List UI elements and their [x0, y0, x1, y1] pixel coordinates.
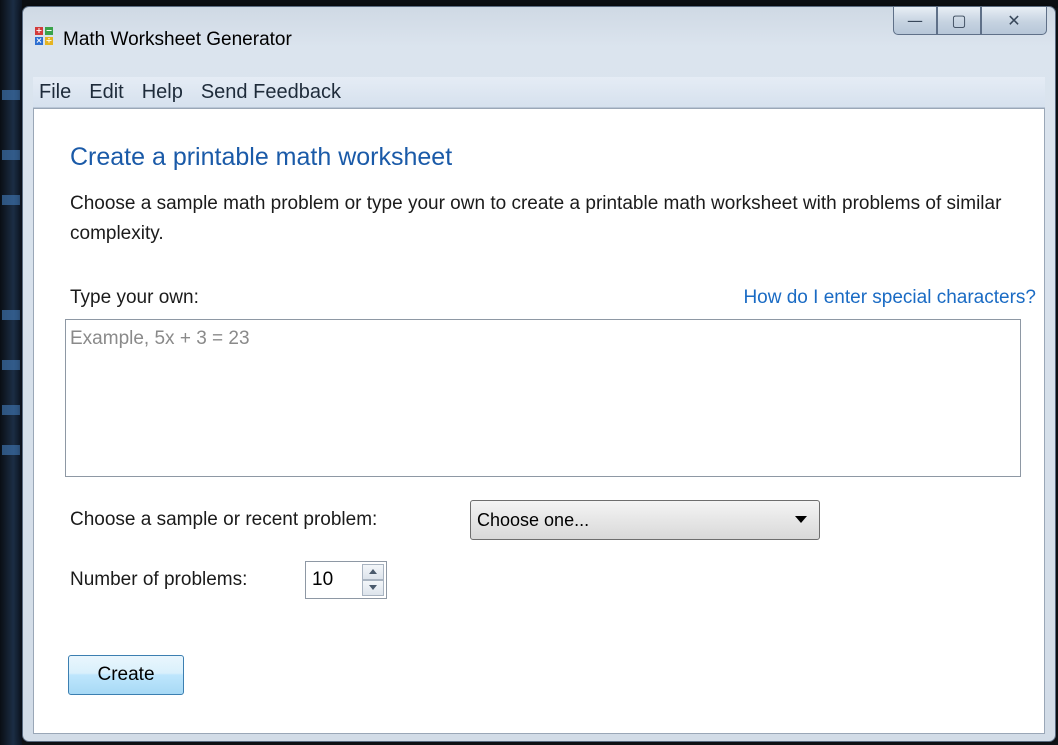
problem-count-stepper[interactable]: 10 — [305, 561, 387, 599]
menu-help[interactable]: Help — [136, 81, 195, 104]
sample-problem-selected: Choose one... — [477, 509, 590, 530]
chevron-down-icon — [795, 516, 807, 523]
desktop-background — [0, 0, 22, 745]
window-title: Math Worksheet Generator — [63, 29, 292, 50]
arrow-up-icon — [369, 569, 377, 574]
desktop-icon — [2, 90, 20, 100]
arrow-down-icon — [369, 585, 377, 590]
increment-button[interactable] — [362, 564, 384, 580]
content-panel: Create a printable math worksheet Choose… — [33, 108, 1045, 734]
math-operators-icon: + − × ÷ — [35, 26, 53, 45]
minimize-button[interactable]: — — [893, 7, 937, 35]
page-title: Create a printable math worksheet — [70, 143, 453, 171]
caption-buttons: — ▢ ✕ — [893, 7, 1047, 37]
desktop-icon — [2, 150, 20, 160]
menu-bar: File Edit Help Send Feedback — [33, 77, 1045, 108]
sample-problem-label: Choose a sample or recent problem: — [70, 509, 378, 530]
sample-problem-dropdown[interactable]: Choose one... — [470, 500, 820, 540]
maximize-icon: ▢ — [951, 11, 967, 30]
type-own-label: Type your own: — [70, 287, 199, 308]
title-bar[interactable]: + − × ÷ Math Worksheet Generator — ▢ ✕ — [23, 7, 1055, 75]
app-window: + − × ÷ Math Worksheet Generator — ▢ ✕ F… — [22, 6, 1056, 742]
menu-file[interactable]: File — [33, 81, 83, 104]
desktop-icon — [2, 405, 20, 415]
maximize-button[interactable]: ▢ — [937, 7, 981, 35]
problem-input[interactable] — [65, 319, 1021, 477]
desktop-icon — [2, 310, 20, 320]
problem-count-value[interactable]: 10 — [312, 569, 333, 591]
desktop-icon — [2, 195, 20, 205]
menu-edit[interactable]: Edit — [83, 81, 135, 104]
desktop-icon — [2, 360, 20, 370]
menu-send-feedback[interactable]: Send Feedback — [195, 81, 353, 104]
special-characters-help-link[interactable]: How do I enter special characters? — [743, 287, 1036, 309]
close-button[interactable]: ✕ — [981, 7, 1047, 35]
desktop-icon — [2, 445, 20, 455]
create-button[interactable]: Create — [68, 655, 184, 695]
problem-count-label: Number of problems: — [70, 569, 248, 590]
decrement-button[interactable] — [362, 580, 384, 596]
close-icon: ✕ — [1007, 11, 1021, 30]
minimize-icon: — — [907, 11, 923, 30]
page-description: Choose a sample math problem or type you… — [70, 193, 1002, 244]
